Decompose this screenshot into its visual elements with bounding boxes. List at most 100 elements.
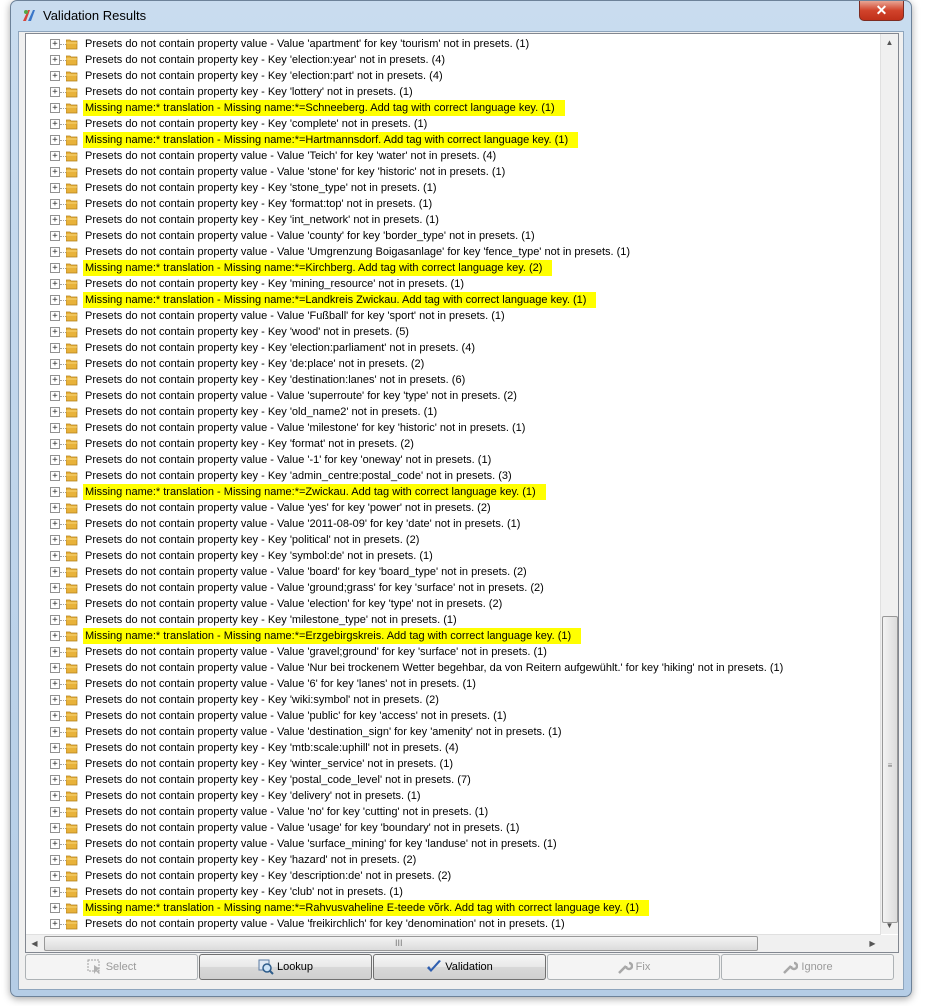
expand-icon[interactable]: + (50, 199, 60, 209)
scroll-up-icon[interactable]: ▲ (881, 34, 898, 51)
tree-row[interactable]: + Presets do not contain property key - K… (26, 68, 880, 84)
tree-row[interactable]: + Presets do not contain property key - K… (26, 372, 880, 388)
tree-row[interactable]: + Presets do not contain property key - K… (26, 772, 880, 788)
expand-icon[interactable]: + (50, 711, 60, 721)
expand-icon[interactable]: + (50, 807, 60, 817)
expand-icon[interactable]: + (50, 631, 60, 641)
expand-icon[interactable]: + (50, 167, 60, 177)
tree-row[interactable]: + Presets do not contain property value -… (26, 564, 880, 580)
tree-row[interactable]: + Presets do not contain property value -… (26, 804, 880, 820)
lookup-button[interactable]: Lookup (199, 954, 372, 980)
tree-row[interactable]: + Presets do not contain property value -… (26, 148, 880, 164)
tree-row[interactable]: + Presets do not contain property key - K… (26, 340, 880, 356)
expand-icon[interactable]: + (50, 471, 60, 481)
tree-row[interactable]: + Presets do not contain property key - K… (26, 884, 880, 900)
expand-icon[interactable]: + (50, 535, 60, 545)
title-bar[interactable]: Validation Results ✕ (11, 1, 911, 31)
tree-row[interactable]: + Presets do not contain property key - K… (26, 548, 880, 564)
select-button[interactable]: Select (25, 954, 198, 980)
expand-icon[interactable]: + (50, 407, 60, 417)
expand-icon[interactable]: + (50, 71, 60, 81)
expand-icon[interactable]: + (50, 599, 60, 609)
tree-row[interactable]: + Presets do not contain property value -… (26, 36, 880, 52)
tree-row[interactable]: + Presets do not contain property key - K… (26, 436, 880, 452)
tree-row[interactable]: + Presets do not contain property value -… (26, 164, 880, 180)
expand-icon[interactable]: + (50, 151, 60, 161)
tree-row[interactable]: + Missing name:* translation - Missing na… (26, 132, 880, 148)
tree-row[interactable]: + Presets do not contain property value -… (26, 388, 880, 404)
close-button[interactable]: ✕ (859, 1, 904, 21)
tree-row[interactable]: + Presets do not contain property value -… (26, 708, 880, 724)
tree-row[interactable]: + Missing name:* translation - Missing na… (26, 628, 880, 644)
tree-row[interactable]: + Missing name:* translation - Missing na… (26, 292, 880, 308)
tree-row[interactable]: + Presets do not contain property key - K… (26, 788, 880, 804)
expand-icon[interactable]: + (50, 279, 60, 289)
horizontal-scroll-thumb[interactable]: III (44, 936, 758, 951)
tree-row[interactable]: + Missing name:* translation - Missing na… (26, 100, 880, 116)
expand-icon[interactable]: + (50, 87, 60, 97)
tree-row[interactable]: + Presets do not contain property key - K… (26, 180, 880, 196)
tree-row[interactable]: + Presets do not contain property value -… (26, 228, 880, 244)
expand-icon[interactable]: + (50, 487, 60, 497)
tree-row[interactable]: + Presets do not contain property value -… (26, 836, 880, 852)
expand-icon[interactable]: + (50, 263, 60, 273)
scroll-right-icon[interactable]: ▶ (864, 935, 881, 952)
expand-icon[interactable]: + (50, 135, 60, 145)
expand-icon[interactable]: + (50, 775, 60, 785)
expand-icon[interactable]: + (50, 519, 60, 529)
expand-icon[interactable]: + (50, 183, 60, 193)
expand-icon[interactable]: + (50, 439, 60, 449)
tree-row[interactable]: + Missing name:* translation - Missing na… (26, 484, 880, 500)
horizontal-scrollbar[interactable]: ◀ III ▶ (26, 934, 881, 952)
expand-icon[interactable]: + (50, 119, 60, 129)
tree-row[interactable]: + Presets do not contain property value -… (26, 820, 880, 836)
tree-row[interactable]: + Presets do not contain property key - K… (26, 116, 880, 132)
tree-row[interactable]: + Presets do not contain property value -… (26, 724, 880, 740)
expand-icon[interactable]: + (50, 103, 60, 113)
tree-row[interactable]: + Missing name:* translation - Missing na… (26, 900, 880, 916)
tree-row[interactable]: + Presets do not contain property value -… (26, 516, 880, 532)
expand-icon[interactable]: + (50, 903, 60, 913)
tree-row[interactable]: + Presets do not contain property value -… (26, 244, 880, 260)
tree-row[interactable]: + Presets do not contain property key - K… (26, 852, 880, 868)
expand-icon[interactable]: + (50, 55, 60, 65)
expand-icon[interactable]: + (50, 215, 60, 225)
expand-icon[interactable]: + (50, 551, 60, 561)
expand-icon[interactable]: + (50, 503, 60, 513)
tree-row[interactable]: + Presets do not contain property key - K… (26, 740, 880, 756)
expand-icon[interactable]: + (50, 583, 60, 593)
expand-icon[interactable]: + (50, 855, 60, 865)
expand-icon[interactable]: + (50, 359, 60, 369)
vertical-scroll-thumb[interactable]: ≡ (882, 616, 898, 923)
expand-icon[interactable]: + (50, 871, 60, 881)
tree-row[interactable]: + Presets do not contain property key - K… (26, 84, 880, 100)
expand-icon[interactable]: + (50, 759, 60, 769)
tree-row[interactable]: + Presets do not contain property value -… (26, 500, 880, 516)
tree-row[interactable]: + Presets do not contain property value -… (26, 452, 880, 468)
tree-row[interactable]: + Missing name:* translation - Missing na… (26, 260, 880, 276)
expand-icon[interactable]: + (50, 791, 60, 801)
expand-icon[interactable]: + (50, 647, 60, 657)
expand-icon[interactable]: + (50, 919, 60, 929)
vertical-scrollbar[interactable]: ▲ ≡ ▼ (880, 34, 898, 934)
expand-icon[interactable]: + (50, 327, 60, 337)
expand-icon[interactable]: + (50, 375, 60, 385)
validation-button[interactable]: Validation (373, 954, 546, 980)
expand-icon[interactable]: + (50, 39, 60, 49)
tree-row[interactable]: + Presets do not contain property key - K… (26, 404, 880, 420)
expand-icon[interactable]: + (50, 823, 60, 833)
tree-row[interactable]: + Presets do not contain property key - K… (26, 612, 880, 628)
tree-row[interactable]: + Presets do not contain property value -… (26, 660, 880, 676)
expand-icon[interactable]: + (50, 391, 60, 401)
tree-row[interactable]: + Presets do not contain property key - K… (26, 196, 880, 212)
tree-row[interactable]: + Presets do not contain property value -… (26, 580, 880, 596)
tree-row[interactable]: + Presets do not contain property key - K… (26, 532, 880, 548)
tree-row[interactable]: + Presets do not contain property value -… (26, 644, 880, 660)
expand-icon[interactable]: + (50, 695, 60, 705)
expand-icon[interactable]: + (50, 567, 60, 577)
expand-icon[interactable]: + (50, 295, 60, 305)
tree-row[interactable]: + Presets do not contain property key - K… (26, 468, 880, 484)
expand-icon[interactable]: + (50, 743, 60, 753)
expand-icon[interactable]: + (50, 343, 60, 353)
expand-icon[interactable]: + (50, 727, 60, 737)
